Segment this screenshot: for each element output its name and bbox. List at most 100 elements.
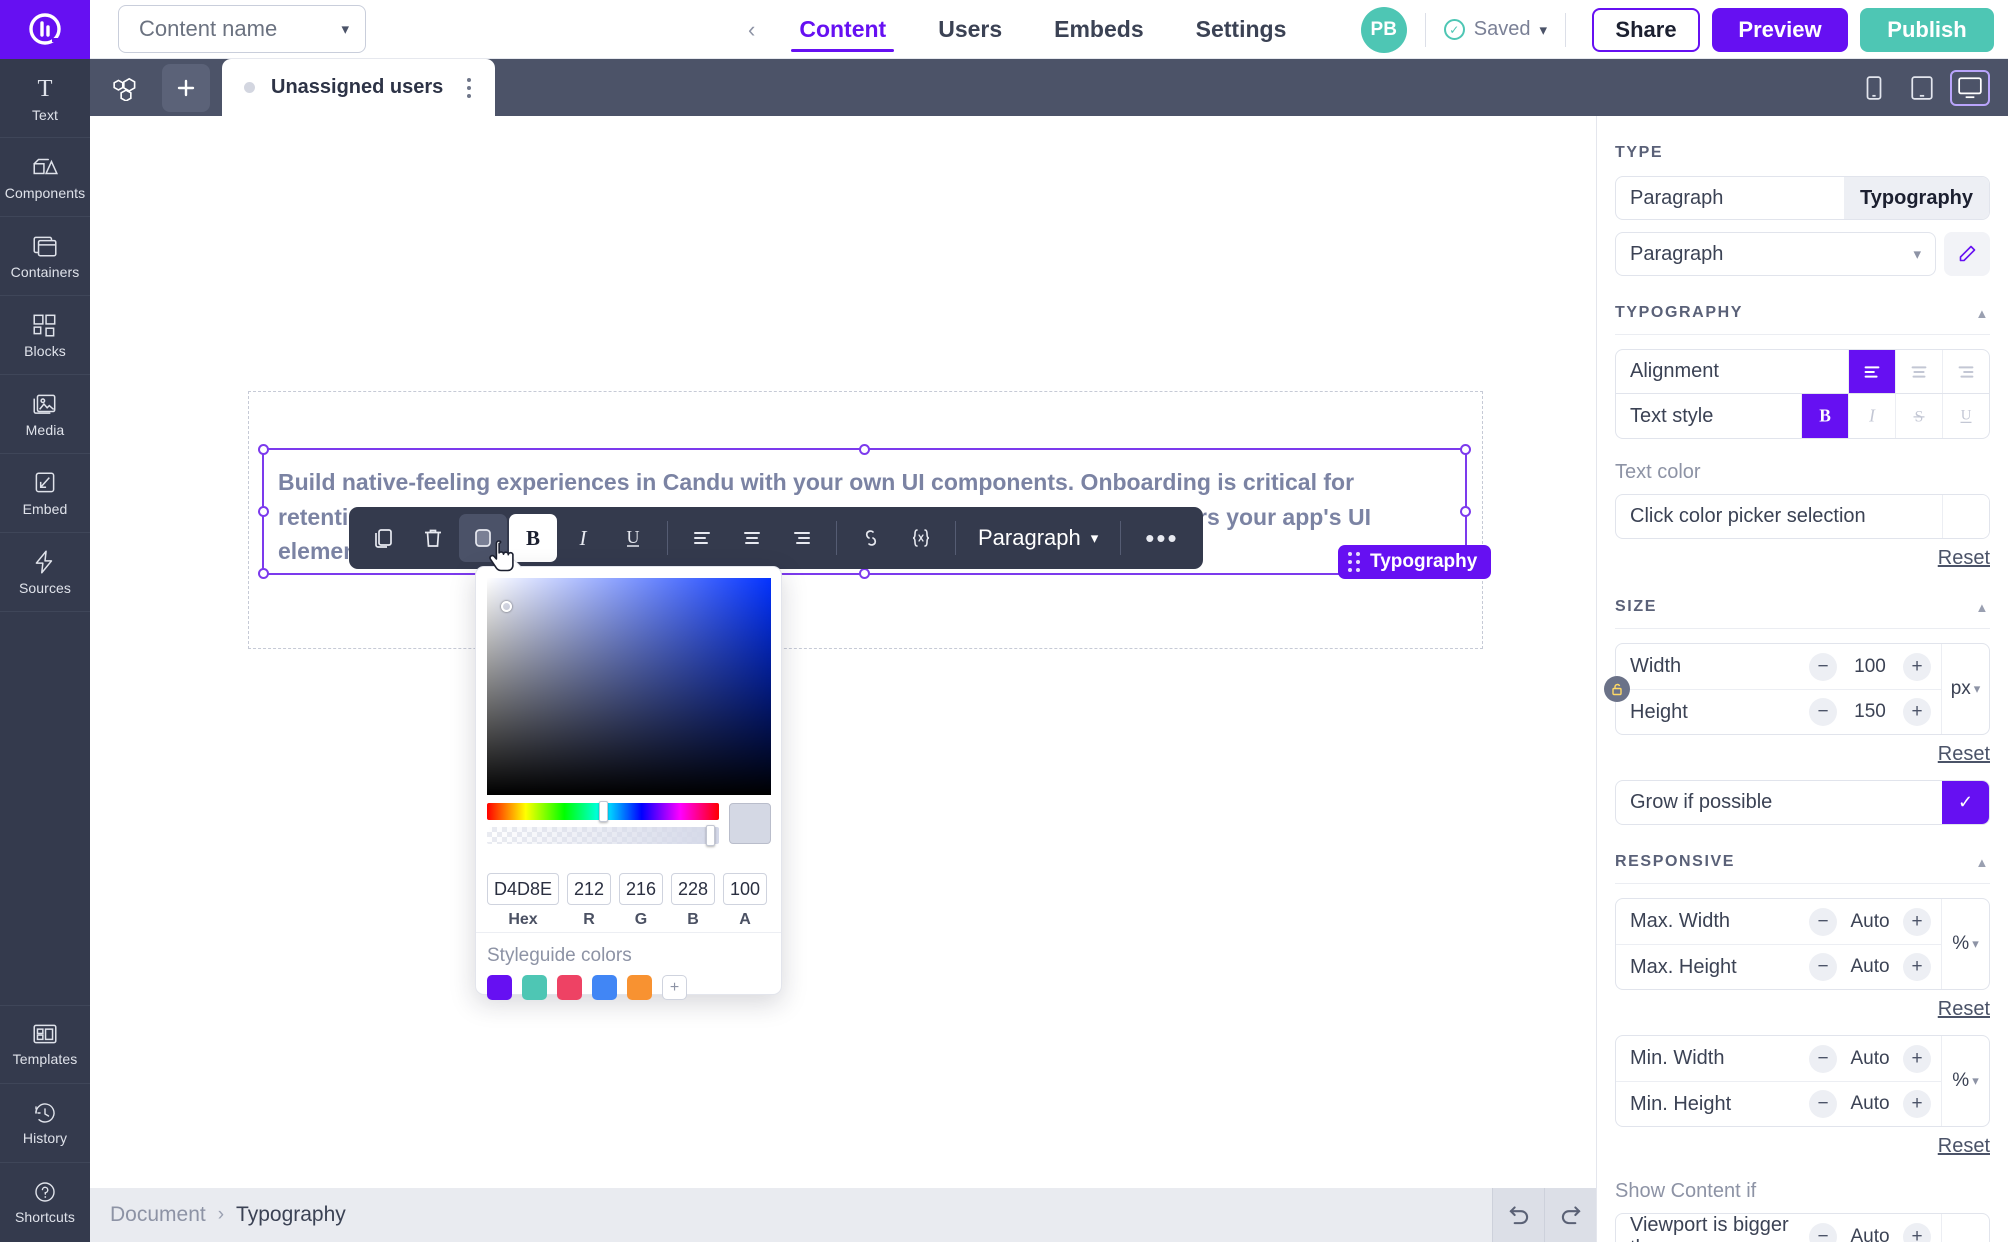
style-select[interactable]: Paragraph ▾ (1615, 232, 1936, 276)
max-width-increment-button[interactable]: + (1903, 907, 1931, 936)
max-width-value[interactable]: Auto (1847, 911, 1893, 933)
min-size-unit-select[interactable]: % ▾ (1941, 1036, 1989, 1126)
max-size-unit-select[interactable]: % ▾ (1941, 899, 1989, 989)
reset-min-size-link[interactable]: Reset (1615, 1135, 1990, 1158)
delete-button[interactable] (409, 514, 457, 562)
redo-button[interactable] (1544, 1188, 1596, 1242)
edit-style-button[interactable] (1944, 232, 1990, 276)
max-height-decrement-button[interactable]: − (1809, 953, 1837, 981)
variable-button[interactable] (897, 514, 945, 562)
green-input[interactable]: 216 (619, 873, 663, 905)
publish-button[interactable]: Publish (1860, 7, 1994, 52)
min-height-increment-button[interactable]: + (1903, 1090, 1931, 1118)
underline-button[interactable]: U (609, 514, 657, 562)
width-value[interactable]: 100 (1847, 656, 1893, 678)
size-unit-select[interactable]: px ▾ (1941, 644, 1989, 734)
block-type-dropdown[interactable]: Paragraph ▾ (966, 525, 1110, 551)
resize-handle-top-right[interactable] (1460, 444, 1471, 455)
share-button[interactable]: Share (1592, 7, 1700, 52)
text-color-swatch[interactable] (1942, 495, 1989, 538)
resize-handle-bottom-left[interactable] (258, 568, 269, 579)
rail-item-embed[interactable]: Embed (0, 454, 90, 533)
breadcrumb-document[interactable]: Document (110, 1203, 206, 1227)
min-height-value[interactable]: Auto (1847, 1093, 1893, 1115)
rail-item-text[interactable]: T Text (0, 59, 90, 138)
chevron-up-icon[interactable]: ▲ (1976, 600, 1990, 615)
desktop-view-button[interactable] (1950, 69, 1990, 106)
grow-if-possible-row[interactable]: Grow if possible ✓ (1615, 780, 1990, 825)
blue-input[interactable]: 228 (671, 873, 715, 905)
hex-input[interactable]: D4D8E (487, 873, 559, 905)
rail-item-containers[interactable]: Containers (0, 217, 90, 296)
nav-tab-users[interactable]: Users (912, 0, 1028, 59)
align-right-button[interactable] (778, 514, 826, 562)
width-increment-button[interactable]: + (1903, 652, 1931, 681)
rail-item-sources[interactable]: Sources (0, 533, 90, 612)
reset-max-size-link[interactable]: Reset (1615, 998, 1990, 1021)
italic-button[interactable]: I (559, 514, 607, 562)
rail-item-media[interactable]: Media (0, 375, 90, 454)
chevron-left-icon[interactable]: ‹ (748, 17, 755, 43)
grow-if-possible-checkbox[interactable]: ✓ (1942, 781, 1989, 824)
resize-handle-top-left[interactable] (258, 444, 269, 455)
italic-toggle[interactable]: I (1848, 394, 1895, 438)
nav-tab-settings[interactable]: Settings (1170, 0, 1313, 59)
typography-section-header[interactable]: TYPOGRAPHY ▲ (1615, 304, 1990, 322)
link-button[interactable] (847, 514, 895, 562)
viewport-bigger-increment-button[interactable]: + (1903, 1222, 1931, 1242)
responsive-section-header[interactable]: RESPONSIVE ▲ (1615, 853, 1990, 871)
kebab-menu-icon[interactable] (459, 77, 479, 98)
rail-item-components[interactable]: Components (0, 138, 90, 217)
type-pill-typography[interactable]: Typography (1844, 177, 1989, 219)
content-name-select[interactable]: Content name ▾ (118, 5, 366, 53)
drag-grip-icon[interactable] (1348, 552, 1360, 572)
min-width-value[interactable]: Auto (1847, 1048, 1893, 1070)
nav-tab-content[interactable]: Content (773, 0, 912, 59)
resize-handle-bottom-center[interactable] (858, 568, 870, 579)
rail-item-history[interactable]: History (0, 1084, 90, 1163)
lock-open-icon[interactable] (1604, 676, 1630, 702)
hue-slider-handle[interactable] (599, 801, 608, 822)
alpha-slider[interactable] (487, 825, 719, 846)
size-section-header[interactable]: SIZE ▲ (1615, 598, 1990, 616)
mobile-view-button[interactable] (1854, 70, 1894, 106)
styleguide-swatch-teal[interactable] (522, 975, 547, 1000)
chevron-up-icon[interactable]: ▲ (1976, 306, 1990, 321)
avatar[interactable]: PB (1360, 6, 1407, 53)
more-options-button[interactable]: ••• (1131, 523, 1192, 554)
breadcrumb-typography[interactable]: Typography (236, 1203, 346, 1227)
editor-canvas[interactable]: Build native-feeling experiences in Cand… (90, 116, 1596, 1188)
saturation-handle[interactable] (501, 601, 512, 612)
underline-toggle[interactable]: U (1942, 394, 1989, 438)
styleguide-swatch-orange[interactable] (627, 975, 652, 1000)
page-tab-unassigned-users[interactable]: Unassigned users (222, 59, 496, 116)
components-tree-button[interactable] (102, 64, 150, 112)
height-value[interactable]: 150 (1847, 701, 1893, 723)
viewport-bigger-decrement-button[interactable]: − (1809, 1222, 1837, 1242)
strikethrough-toggle[interactable]: S (1895, 394, 1942, 438)
min-width-decrement-button[interactable]: − (1809, 1044, 1837, 1073)
chevron-up-icon[interactable]: ▲ (1976, 855, 1990, 870)
styleguide-swatch-red[interactable] (557, 975, 582, 1000)
duplicate-button[interactable] (359, 514, 407, 562)
align-left-toggle[interactable] (1848, 350, 1895, 393)
add-styleguide-color-button[interactable]: + (662, 975, 687, 1000)
max-width-decrement-button[interactable]: − (1809, 907, 1837, 936)
tablet-view-button[interactable] (1902, 70, 1942, 106)
alpha-input[interactable]: 100 (723, 873, 767, 905)
hue-slider[interactable] (487, 801, 719, 822)
properties-panel[interactable]: TYPE Paragraph Typography Paragraph ▾ TY… (1596, 116, 2008, 1242)
bold-toggle[interactable]: B (1801, 394, 1848, 438)
max-height-increment-button[interactable]: + (1903, 953, 1931, 981)
max-height-value[interactable]: Auto (1847, 956, 1893, 978)
reset-text-color-link[interactable]: Reset (1615, 547, 1990, 570)
saturation-value-area[interactable] (487, 578, 771, 795)
undo-button[interactable] (1492, 1188, 1544, 1242)
alpha-slider-handle[interactable] (706, 825, 715, 846)
min-height-decrement-button[interactable]: − (1809, 1090, 1837, 1118)
min-width-increment-button[interactable]: + (1903, 1044, 1931, 1073)
text-color-input-row[interactable]: Click color picker selection (1615, 494, 1990, 539)
selected-element-badge[interactable]: Typography (1338, 545, 1492, 579)
preview-button[interactable]: Preview (1712, 7, 1848, 52)
align-right-toggle[interactable] (1942, 350, 1989, 393)
